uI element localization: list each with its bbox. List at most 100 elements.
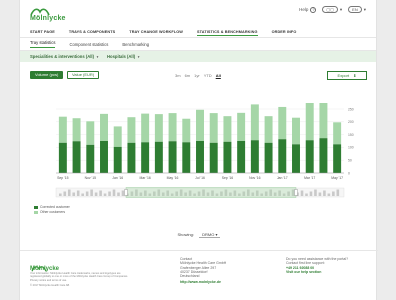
x-tick-label: Nov '16: [249, 176, 261, 180]
x-tick-label: Jan '17: [277, 176, 288, 180]
bar-corrected-customer: [127, 142, 136, 173]
showing-selector: Showing: DRMO ▾: [20, 232, 378, 238]
navigator-bar: [309, 191, 313, 196]
navigator-bar: [63, 191, 67, 196]
bar-corrected-customer: [168, 141, 177, 173]
x-tick-label: Jan '16: [112, 176, 123, 180]
navigator-window: [125, 187, 297, 198]
contact-line: Deutschland: [180, 274, 200, 279]
bar-other-customer: [305, 103, 314, 141]
chart-controls: Volume (pcs) Value (EUR) 3m 6m 1yr YTD A…: [20, 62, 376, 88]
bar-other-customer: [182, 118, 191, 143]
bar-corrected-customer: [333, 144, 342, 173]
sub-tabs: Tray statistics Component statistics Ben…: [20, 38, 376, 51]
copyright-text: © 2017 Mölnlycke Health Care AB: [30, 284, 70, 288]
export-label: Export: [337, 73, 350, 78]
bar-other-customer: [264, 116, 273, 143]
bar-other-customer: [127, 117, 136, 143]
export-button[interactable]: Export ⬇: [327, 71, 367, 80]
bar-other-customer: [72, 118, 81, 142]
range-ytd[interactable]: YTD: [204, 73, 212, 78]
help-button[interactable]: Help ?: [299, 6, 317, 13]
filter-hospitals[interactable]: Hospitals (All) ▼: [107, 54, 140, 59]
navigator-bar: [117, 192, 120, 196]
tab-benchmarking[interactable]: Benchmarking: [122, 42, 149, 47]
navigator-bar: [108, 191, 111, 196]
navigator-bar: [314, 189, 317, 196]
y-tick-label: 200: [348, 120, 354, 124]
tab-component-statistics[interactable]: Component statistics: [69, 42, 108, 47]
showing-select[interactable]: DRMO ▾: [199, 232, 221, 238]
showing-value: DRMO: [202, 232, 215, 237]
footer-help: Do you need assistance with the portal? …: [286, 257, 372, 274]
navigator-bar: [323, 190, 326, 196]
bar-corrected-customer: [100, 141, 108, 173]
x-tick-label: May '16: [167, 176, 179, 180]
navigator-right-handle: [294, 189, 298, 196]
volume-toggle[interactable]: Volume (pcs): [30, 71, 64, 79]
bar-corrected-customer: [182, 142, 191, 173]
bar-corrected-customer: [58, 142, 67, 173]
bar-corrected-customer: [319, 138, 328, 173]
chevron-down-icon: ▾: [363, 6, 366, 12]
legend-label: Other customers: [40, 210, 66, 214]
chevron-down-icon: ▼: [137, 55, 141, 59]
bar-other-customer: [333, 122, 342, 145]
bar-other-customer: [196, 109, 204, 141]
showing-label: Showing:: [177, 232, 194, 237]
range-all[interactable]: All: [216, 73, 221, 78]
brand-logo-text[interactable]: Mölnlycke: [30, 15, 66, 22]
bar-corrected-customer: [305, 140, 314, 173]
help-label: Help: [299, 7, 309, 12]
user-label: EN: [348, 6, 362, 13]
main-nav: START PAGE TRAYS & COMPONENTS TRAY CHANG…: [30, 30, 296, 36]
chevron-down-icon: ▼: [96, 55, 99, 59]
bar-corrected-customer: [209, 142, 218, 173]
chevron-down-icon: ▾: [339, 6, 343, 12]
tab-tray-statistics[interactable]: Tray statistics: [30, 40, 56, 48]
navigator-bar: [332, 191, 335, 196]
nav-statistics-benchmarking[interactable]: STATISTICS & BENCHMARKING: [196, 30, 258, 36]
bar-other-customer: [223, 116, 232, 142]
range-3m[interactable]: 3m: [175, 73, 181, 78]
app-frame: Mölnlycke Help ? ▢▢ ▾ EN ▾ START PAGE TR…: [19, 0, 378, 300]
navigator-bar: [99, 190, 102, 196]
nav-start-page[interactable]: START PAGE: [30, 30, 55, 36]
disclaimer-text: Your information: Mölnlycke Health Care …: [30, 272, 129, 282]
bar-corrected-customer: [72, 141, 81, 173]
bar-corrected-customer: [292, 144, 300, 173]
bar-other-customer: [100, 113, 108, 141]
navigator-bar: [305, 193, 308, 196]
navigator-bar: [112, 189, 116, 196]
help-icon: ?: [310, 6, 317, 13]
bar-other-customer: [292, 117, 300, 145]
range-1yr[interactable]: 1yr: [194, 73, 200, 78]
navigator-bar: [76, 190, 80, 196]
value-toggle[interactable]: Value (EUR): [67, 71, 100, 79]
menu-button[interactable]: ▢▢ ▾: [322, 6, 342, 13]
legend-swatch: [34, 210, 38, 214]
filter-specialities[interactable]: Specialities & interventions (All) ▼: [30, 54, 99, 59]
contact-website-link[interactable]: http://www.molnlycke.de: [180, 280, 226, 284]
bar-other-customer: [250, 104, 259, 141]
nav-order-info[interactable]: ORDER INFO: [272, 30, 297, 36]
user-button[interactable]: EN ▾: [348, 6, 366, 13]
navigator-bar: [300, 190, 304, 196]
navigator-left-handle: [124, 189, 128, 196]
navigator-bar: [336, 189, 340, 196]
utility-menu: Help ? ▢▢ ▾ EN ▾: [299, 6, 366, 13]
help-section-link[interactable]: Visit our help section: [286, 270, 372, 274]
bar-corrected-customer: [141, 142, 150, 173]
nav-trays-components[interactable]: TRAYS & COMPONENTS: [69, 30, 115, 36]
nav-tray-change-workflow[interactable]: TRAY CHANGE WORKFLOW: [129, 30, 183, 36]
contact-line: Mölnlycke Health Care GmbH: [180, 261, 227, 266]
footer-contact: Contact Mölnlycke Health Care GmbH Grafe…: [180, 257, 226, 285]
navigator-bar: [103, 193, 107, 196]
bar-other-customer: [58, 116, 67, 143]
navigator-bar: [318, 192, 322, 196]
bar-other-customer: [237, 112, 246, 141]
range-6m[interactable]: 6m: [185, 73, 191, 78]
x-tick-label: May '17: [331, 176, 343, 180]
legend-item-other[interactable]: Other customers: [34, 210, 70, 215]
filter-hospitals-label: Hospitals (All): [106, 54, 136, 59]
